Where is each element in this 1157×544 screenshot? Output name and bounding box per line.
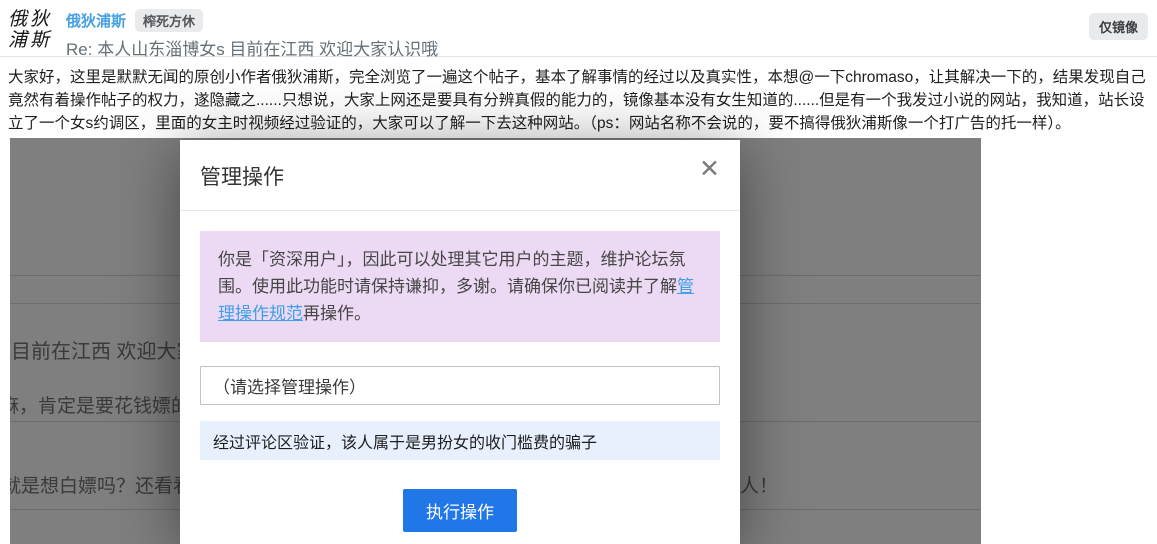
topic-header: 俄狄浦斯 俄狄浦斯 榨死方休 Re: 本人山东淄博女s 目前在江西 欢迎大家认识… xyxy=(0,0,1157,57)
execute-action-button[interactable]: 执行操作 xyxy=(403,489,517,532)
admin-actions-modal: 管理操作 ✕ 你是「资深用户」，因此可以处理其它用户的主题，维护论坛氛围。使用此… xyxy=(180,140,740,544)
close-icon[interactable]: ✕ xyxy=(699,157,720,182)
author-line: 俄狄浦斯 榨死方休 xyxy=(66,9,438,32)
background-reply-text: 人！ xyxy=(740,471,778,498)
forum-page: 俄狄浦斯 俄狄浦斯 榨死方休 Re: 本人山东淄博女s 目前在江西 欢迎大家认识… xyxy=(0,0,1157,544)
site-logo-line2: 浦斯 xyxy=(8,29,52,51)
site-logo[interactable]: 俄狄浦斯 xyxy=(8,9,52,51)
topic-title[interactable]: Re: 本人山东淄博女s 目前在江西 欢迎大家认识哦 xyxy=(66,35,438,60)
site-logo-line1: 俄狄 xyxy=(8,8,52,30)
modal-header: 管理操作 ✕ xyxy=(180,140,740,211)
notice-text-before: 你是「资深用户」，因此可以处理其它用户的主题，维护论坛氛围。使用此功能时请保持谦… xyxy=(218,250,686,296)
modal-title: 管理操作 xyxy=(200,161,720,191)
post-body-text: 大家好，这里是默默无闻的原创小作者俄狄浦斯，完全浏览了一遍这个帖子，基本了解事情… xyxy=(0,57,1157,135)
moderation-notice: 你是「资深用户」，因此可以处理其它用户的主题，维护论坛氛围。使用此功能时请保持谦… xyxy=(200,231,720,342)
action-select-value: （请选择管理操作） xyxy=(213,373,366,398)
modal-body: 你是「资深用户」，因此可以处理其它用户的主题，维护论坛氛围。使用此功能时请保持谦… xyxy=(180,211,740,544)
mirror-only-badge[interactable]: 仅镜像 xyxy=(1089,13,1148,40)
notice-text-after: 再操作。 xyxy=(303,304,371,323)
reason-input[interactable] xyxy=(200,421,720,460)
background-reply-text: 麻，肯定是要花钱嫖的 xyxy=(10,391,190,418)
topic-header-main: 俄狄浦斯 榨死方休 Re: 本人山东淄博女s 目前在江西 欢迎大家认识哦 xyxy=(66,7,438,60)
author-flair-badge: 榨死方休 xyxy=(135,9,203,32)
action-select[interactable]: （请选择管理操作） xyxy=(200,366,720,405)
author-username-link[interactable]: 俄狄浦斯 xyxy=(66,10,126,31)
background-reply-text: 就是想白嫖吗？还看看 xyxy=(10,471,192,498)
